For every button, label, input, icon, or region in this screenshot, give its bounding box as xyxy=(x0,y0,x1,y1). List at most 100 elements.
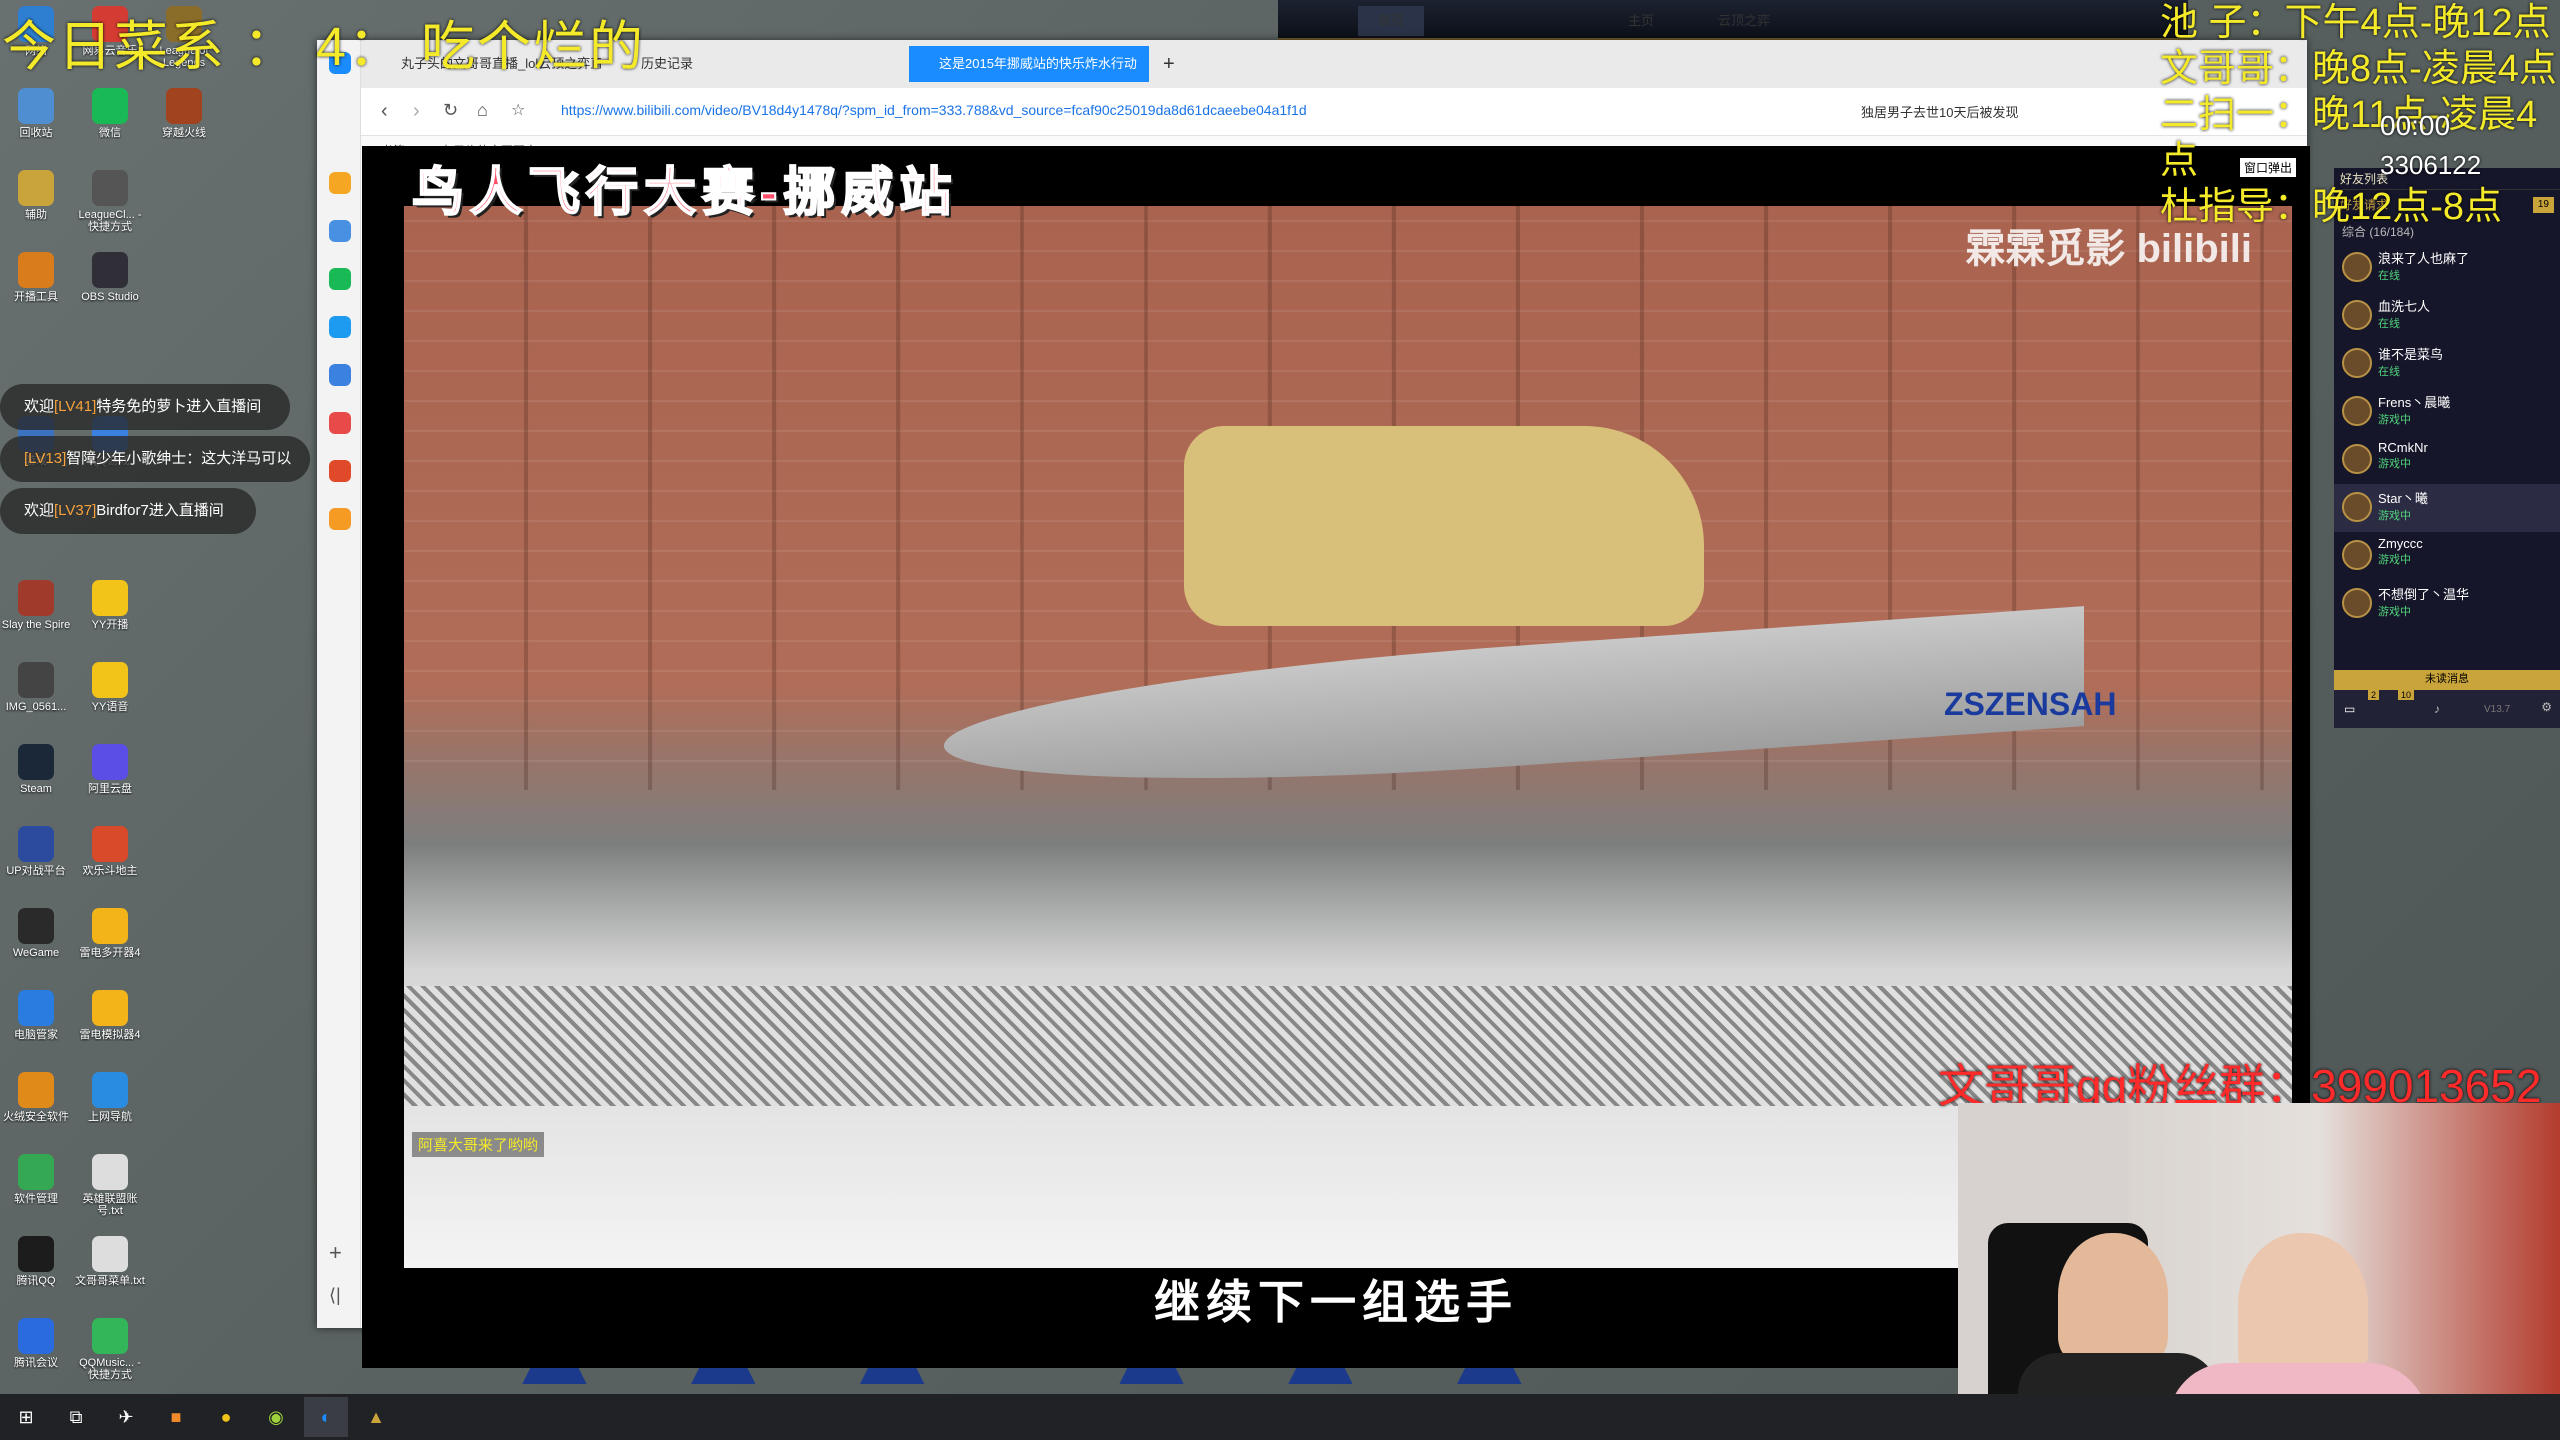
app-icon xyxy=(18,1318,54,1354)
refresh-icon[interactable]: ↻ xyxy=(443,100,458,121)
collapse-icon[interactable]: ⟨| xyxy=(329,1285,341,1306)
desktop-icon[interactable]: IMG_0561... xyxy=(0,662,72,740)
app-icon[interactable]: ◉ xyxy=(254,1397,298,1437)
webcam-feed xyxy=(1958,1103,2560,1440)
desktop-icon-label: 软件管理 xyxy=(14,1193,58,1205)
desktop-icon[interactable]: 英雄联盟账号.txt xyxy=(74,1154,146,1232)
video-title-overlay: 鸟人飞行大赛-挪威站 xyxy=(411,163,958,223)
friend-item[interactable]: 不想倒了丶温华 游戏中 xyxy=(2334,580,2560,628)
friend-item[interactable]: 谁不是菜鸟 在线 xyxy=(2334,340,2560,388)
weibo-icon[interactable] xyxy=(329,412,351,434)
desktop-icon-label: YY语音 xyxy=(91,701,129,713)
friend-item[interactable]: Star丶曦 游戏中 xyxy=(2334,484,2560,532)
friend-item[interactable]: 血洗七人 在线 xyxy=(2334,292,2560,340)
app-icon xyxy=(18,1072,54,1108)
app-icon[interactable]: ■ xyxy=(154,1397,198,1437)
cloud-icon[interactable] xyxy=(329,364,351,386)
friend-item[interactable]: RCmkNr 游戏中 xyxy=(2334,436,2560,484)
desktop-icon[interactable]: 火绒安全软件 xyxy=(0,1072,72,1150)
desktop-icon-label: QQMusic... - 快捷方式 xyxy=(79,1357,141,1381)
tools-icon[interactable] xyxy=(329,508,351,530)
desktop-icon[interactable]: 回收站 xyxy=(0,88,72,166)
desktop-icon[interactable]: 文哥哥菜单.txt xyxy=(74,1236,146,1314)
desktop-icon[interactable]: Steam xyxy=(0,744,72,822)
browser-taskbar-icon[interactable]: ◐ xyxy=(304,1397,348,1437)
unread-messages-bar[interactable]: 未读消息 xyxy=(2334,670,2560,688)
search-suggestion[interactable]: 独居男子去世10天后被发现 xyxy=(1861,102,2018,121)
pdf-icon[interactable] xyxy=(329,460,351,482)
desktop-icon[interactable]: WeGame xyxy=(0,908,72,986)
url-input[interactable]: https://www.bilibili.com/video/BV18d4y14… xyxy=(561,102,1307,118)
forward-icon[interactable]: › xyxy=(413,100,420,123)
sponsor-logo: ZSZENSAH xyxy=(1944,686,2117,722)
game-tab-home[interactable]: 首页 xyxy=(1358,6,1425,36)
app-icon xyxy=(18,908,54,944)
desktop-icon[interactable]: 欢乐斗地主 xyxy=(74,826,146,904)
friend-name: 谁不是菜鸟 xyxy=(2378,347,2444,362)
app-icon[interactable]: ● xyxy=(204,1397,248,1437)
desktop-icon[interactable]: 微信 xyxy=(74,88,146,166)
friend-avatar xyxy=(2342,444,2372,474)
desktop-icon[interactable]: UP对战平台 xyxy=(0,826,72,904)
app-icon[interactable] xyxy=(329,316,351,338)
friend-item[interactable]: Frens丶晨曦 游戏中 xyxy=(2334,388,2560,436)
desktop-icon[interactable]: YY语音 xyxy=(74,662,146,740)
home-icon[interactable]: ⌂ xyxy=(477,100,488,121)
windows-start-icon[interactable]: ⊞ xyxy=(4,1397,48,1437)
desktop-icon[interactable]: 开播工具 xyxy=(0,252,72,330)
popout-button[interactable]: 窗口弹出 xyxy=(2240,158,2297,177)
clock-icon[interactable] xyxy=(329,220,351,242)
back-icon[interactable]: ‹ xyxy=(381,100,388,123)
desktop-icon[interactable]: 辅助 xyxy=(0,170,72,248)
address-bar: ‹ › ↻ ⌂ ☆ https://www.bilibili.com/video… xyxy=(361,88,2307,136)
friend-name: Star丶曦 xyxy=(2378,491,2428,506)
desktop-icon[interactable]: 电脑管家 xyxy=(0,990,72,1068)
desktop-icon[interactable]: LeagueCl... - 快捷方式 xyxy=(74,170,146,248)
league-taskbar-icon[interactable]: ▲ xyxy=(354,1397,398,1437)
desktop-icon[interactable]: 雷电多开器4 xyxy=(74,908,146,986)
desktop-icon-label: YY开播 xyxy=(91,619,129,631)
game-tab-main[interactable]: 主页 xyxy=(1608,6,1674,36)
stream-schedule: 池 子：下午4点-晚12点 文哥哥：晚8点-凌晨4点 二扫一：晚11点-凌晨4点… xyxy=(2160,0,2560,230)
desktop-icon-label: 开播工具 xyxy=(14,291,58,303)
app-icon xyxy=(92,580,128,616)
app-icon xyxy=(92,744,128,780)
add-icon[interactable]: + xyxy=(329,1240,342,1266)
desktop-icon[interactable]: 腾讯会议 xyxy=(0,1318,72,1396)
desktop-icon[interactable]: 阿里云盘 xyxy=(74,744,146,822)
desktop-icon[interactable]: QQMusic... - 快捷方式 xyxy=(74,1318,146,1396)
viewer-count: 3306122 xyxy=(2380,150,2482,180)
desktop-icon-label: 文哥哥菜单.txt xyxy=(75,1275,145,1287)
mic-icon[interactable]: ♪ xyxy=(2434,702,2440,716)
friend-item[interactable]: Zmyccc 游戏中 xyxy=(2334,532,2560,580)
desktop-icon[interactable]: 腾讯QQ xyxy=(0,1236,72,1314)
desktop-icon[interactable]: 穿越火线 xyxy=(148,88,220,166)
desktop-icon[interactable]: 雷电模拟器4 xyxy=(74,990,146,1068)
app-icon xyxy=(18,580,54,616)
tab-strip: 丸子头的文哥哥直播_lol云顶之弈直播 历史记录 这是2015年挪威站的快乐炸水… xyxy=(361,40,2307,88)
desktop-icon[interactable]: 上网导航 xyxy=(74,1072,146,1150)
desktop-icon[interactable]: Slay the Spire xyxy=(0,580,72,658)
chat-icon[interactable]: ▭ xyxy=(2344,702,2355,716)
app-icon xyxy=(18,252,54,288)
star-icon[interactable]: ☆ xyxy=(511,100,525,120)
app-icon[interactable]: ✈ xyxy=(104,1397,148,1437)
settings-icon[interactable]: ⚙ xyxy=(2541,700,2552,714)
task-view-icon[interactable]: ⧉ xyxy=(54,1397,98,1437)
app-icon xyxy=(92,252,128,288)
desktop-icon[interactable]: 软件管理 xyxy=(0,1154,72,1232)
favorites-icon[interactable] xyxy=(329,172,351,194)
schedule-line: 文哥哥：晚8点-凌晨4点 xyxy=(2160,48,2557,90)
game-tab-tft[interactable]: 云顶之弈 xyxy=(1698,6,1790,36)
desktop-icon[interactable]: YY开播 xyxy=(74,580,146,658)
chat-message: [LV13]智障少年小歌绅士：这大洋马可以 xyxy=(0,436,310,482)
wechat-icon[interactable] xyxy=(329,268,351,290)
desktop-icon[interactable]: OBS Studio xyxy=(74,252,146,330)
friend-status: 在线 xyxy=(2378,270,2400,282)
tab-video[interactable]: 这是2015年挪威站的快乐炸水行动 xyxy=(909,46,1149,82)
desktop-icon-label: 雷电多开器4 xyxy=(79,947,141,959)
game-client-bar: 首页 主页 云顶之弈 xyxy=(1278,0,2188,40)
friend-item[interactable]: 浪来了人也麻了 在线 xyxy=(2334,244,2560,292)
app-icon xyxy=(92,88,128,124)
new-tab-button[interactable]: + xyxy=(1153,46,1193,82)
